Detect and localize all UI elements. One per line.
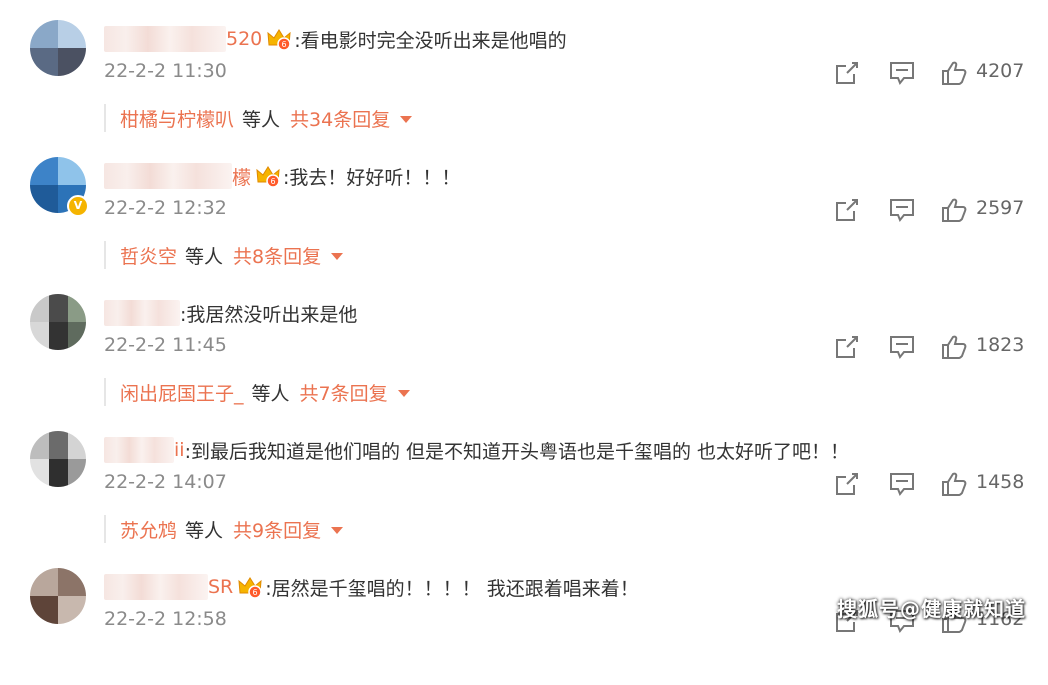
crown-icon: 6 [237, 575, 263, 599]
verified-badge-icon: V [67, 195, 89, 217]
comment-time: 22-2-2 12:58 [104, 608, 227, 630]
chevron-down-icon[interactable] [331, 252, 344, 260]
share-icon[interactable] [834, 471, 860, 501]
username-redacted[interactable] [104, 163, 232, 189]
thumbs-up-icon[interactable] [940, 60, 968, 90]
comment-icon[interactable] [888, 334, 916, 364]
watermark: 搜狐号@健康就知道 [837, 597, 1026, 621]
comment-icon[interactable] [888, 197, 916, 227]
comment-line: 520 6 :看电影时完全没听出来是他唱的 [104, 24, 567, 54]
svg-text:6: 6 [253, 588, 258, 597]
comment-time: 22-2-2 11:45 [104, 334, 227, 356]
reply-summary[interactable]: 柑橘与柠檬叭 等人 共34条回复 [104, 104, 413, 132]
username[interactable]: 520 [226, 28, 262, 50]
share-icon[interactable] [834, 197, 860, 227]
comment-actions: 1458 [830, 469, 1030, 499]
comment-actions: 2597 [830, 195, 1030, 225]
share-icon[interactable] [834, 334, 860, 364]
thumbs-up-icon[interactable] [940, 471, 968, 501]
username-redacted[interactable] [104, 26, 226, 52]
comment-line: ii :到最后我知道是他们唱的 但是不知道开头粤语也是千玺唱的 也太好听了吧！！ [104, 435, 849, 465]
chevron-down-icon[interactable] [400, 115, 413, 123]
avatar[interactable] [30, 431, 86, 487]
comment-icon[interactable] [888, 60, 916, 90]
comment-line: 檬 6 :我去！好好听！！！ [104, 161, 460, 191]
chevron-down-icon[interactable] [397, 389, 410, 397]
comment-text: :我居然没听出来是他 [180, 303, 358, 326]
crown-icon: 6 [255, 164, 281, 188]
share-icon[interactable] [834, 60, 860, 90]
username-redacted[interactable] [104, 437, 174, 463]
avatar[interactable] [30, 568, 86, 624]
svg-text:6: 6 [270, 177, 275, 186]
reply-etc: 等人 [185, 519, 224, 542]
reply-total-link[interactable]: 共7条回复 [300, 379, 388, 406]
comment-text: :看电影时完全没听出来是他唱的 [294, 29, 567, 52]
comment-icon[interactable] [888, 471, 916, 501]
comment-item: 520 6 :看电影时完全没听出来是他唱的 22-2-2 11:30 4207 … [0, 0, 1048, 137]
like-count: 1458 [976, 471, 1025, 493]
crown-icon: 6 [266, 27, 292, 51]
thumbs-up-icon[interactable] [940, 334, 968, 364]
like-count: 4207 [976, 60, 1025, 82]
comment-line: SR 6 :居然是千玺唱的！！！！ 我还跟着唱来着！ [104, 572, 639, 602]
avatar[interactable] [30, 20, 86, 76]
comment-time: 22-2-2 11:30 [104, 60, 227, 82]
reply-total-link[interactable]: 共34条回复 [290, 105, 390, 132]
username[interactable]: SR [208, 576, 233, 598]
reply-etc: 等人 [251, 382, 290, 405]
reply-etc: 等人 [185, 245, 224, 268]
comment-actions: 4207 [830, 58, 1030, 88]
reply-user-link[interactable]: 闲出屁国王子_ [120, 379, 244, 406]
username-redacted[interactable] [104, 300, 180, 326]
comment-line: :我居然没听出来是他 [104, 298, 357, 328]
comment-text: :居然是千玺唱的！！！！ 我还跟着唱来着！ [265, 577, 639, 600]
reply-user-link[interactable]: 柑橘与柠檬叭 [120, 105, 234, 132]
comment-text: :到最后我知道是他们唱的 但是不知道开头粤语也是千玺唱的 也太好听了吧！！ [184, 440, 850, 463]
reply-summary[interactable]: 哲炎空 等人 共8条回复 [104, 241, 344, 269]
reply-total-link[interactable]: 共8条回复 [233, 242, 321, 269]
comment-actions: 1823 [830, 332, 1030, 362]
username-redacted[interactable] [104, 574, 208, 600]
reply-total-link[interactable]: 共9条回复 [233, 516, 321, 543]
username[interactable]: 檬 [232, 163, 251, 190]
reply-etc: 等人 [242, 108, 281, 131]
username[interactable]: ii [174, 439, 185, 461]
comment-time: 22-2-2 14:07 [104, 471, 227, 493]
comment-item: ii :到最后我知道是他们唱的 但是不知道开头粤语也是千玺唱的 也太好听了吧！！… [0, 411, 1048, 548]
like-count: 1823 [976, 334, 1025, 356]
like-count: 2597 [976, 197, 1025, 219]
reply-user-link[interactable]: 哲炎空 [120, 242, 177, 269]
comment-text: :我去！好好听！！！ [283, 166, 461, 189]
svg-text:6: 6 [282, 40, 287, 49]
reply-summary[interactable]: 苏允鸩 等人 共9条回复 [104, 515, 344, 543]
comment-time: 22-2-2 12:32 [104, 197, 227, 219]
comment-item: V 檬 6 :我去！好好听！！！ 22-2-2 12:32 2597 哲炎空 等… [0, 137, 1048, 274]
thumbs-up-icon[interactable] [940, 197, 968, 227]
avatar[interactable] [30, 294, 86, 350]
comment-item: :我居然没听出来是他 22-2-2 11:45 1823 闲出屁国王子_ 等人 … [0, 274, 1048, 411]
chevron-down-icon[interactable] [331, 526, 344, 534]
reply-summary[interactable]: 闲出屁国王子_ 等人 共7条回复 [104, 378, 410, 406]
reply-user-link[interactable]: 苏允鸩 [120, 516, 177, 543]
